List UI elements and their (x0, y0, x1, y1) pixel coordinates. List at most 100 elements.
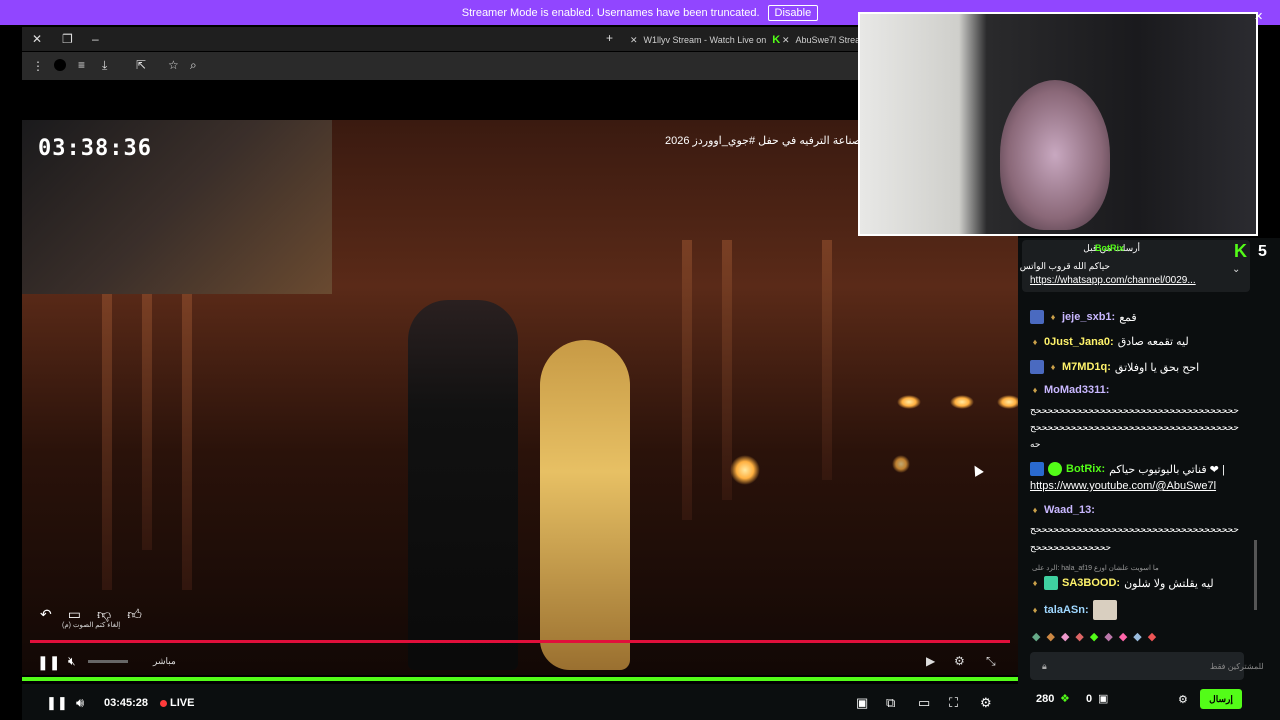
minimize-icon[interactable]: – (92, 33, 99, 45)
chat-username[interactable]: jeje_sxb1: (1062, 311, 1115, 323)
unmute-tooltip: إلغاء كتم الصوت (م) (62, 622, 121, 629)
emote-icon[interactable]: ◆ (1119, 630, 1127, 643)
sub-badge-icon: ♦ (1032, 505, 1038, 515)
send-button[interactable]: إرسال (1200, 689, 1242, 709)
emote-icon (1092, 600, 1117, 620)
chat-username[interactable]: SA3BOOD: (1062, 577, 1120, 589)
restore-icon[interactable]: ❐ (62, 33, 73, 45)
live-dot-icon (160, 700, 167, 707)
tab-close-icon[interactable]: ✕ (782, 35, 790, 46)
bookmark-star-icon[interactable]: ☆ (168, 59, 179, 71)
live-label[interactable]: LIVE (170, 697, 194, 709)
host-figure (408, 300, 518, 670)
chat-text: ليه تقمعه صادق (1117, 336, 1189, 348)
inner-settings-icon[interactable]: ⚙ (954, 654, 965, 668)
pinned-user[interactable]: BotRix (1095, 243, 1124, 253)
chat-message[interactable]: ♦ jeje_sxb1: قمع (1030, 310, 1137, 324)
close-icon[interactable]: ✕ (1254, 10, 1263, 23)
tab-title: AbuSwe7l Strea (795, 35, 861, 45)
emote-icon[interactable]: ◆ (1046, 630, 1054, 643)
theater-mode-icon[interactable]: ▭ (918, 695, 930, 711)
chat-settings-icon[interactable]: ⚙ (1178, 693, 1188, 706)
chat-username[interactable]: 0Just_Jana0: (1044, 336, 1114, 348)
chat-text: حححححححححححححح (1030, 542, 1112, 552)
tab-title: W1llyv Stream - Watch Live on (643, 35, 767, 45)
search-icon[interactable]: ⌕ (190, 59, 197, 71)
chat-username[interactable]: talaASn: (1044, 604, 1089, 616)
channel-points[interactable]: 280 (1036, 693, 1054, 705)
points-icon: ❖ (1060, 693, 1070, 705)
chat-username[interactable]: MoMad3311: (1044, 384, 1109, 396)
bot-badge-icon (1030, 462, 1044, 476)
chat-text: احح بحق يا اوفلاتق (1114, 361, 1200, 374)
kick-favicon-icon: K (772, 34, 781, 46)
volume-icon[interactable]: 🔊︎ (76, 695, 84, 711)
like-icon[interactable]: 👍︎ (127, 606, 142, 623)
chat-message[interactable]: ♦ Waad_13: (1030, 504, 1095, 516)
chat-text: حه (1030, 439, 1041, 449)
emote-icon[interactable]: ◆ (1133, 630, 1141, 643)
pause-icon[interactable]: ❚❚ (46, 695, 68, 711)
emote-icon[interactable]: ◆ (1075, 630, 1083, 643)
sub-badge-icon: ♦ (1050, 312, 1056, 322)
sub-badge-icon: ♦ (1032, 385, 1038, 395)
inner-play-icon[interactable]: ▶ (926, 654, 935, 668)
sub-badge-icon: ♦ (1032, 336, 1038, 347)
tab-w1llyv[interactable]: ✕ W1llyv Stream - Watch Live on K (630, 31, 780, 49)
fullscreen-icon[interactable]: ⛶ (949, 695, 958, 711)
chat-message[interactable]: ♦ MoMad3311: (1030, 384, 1110, 396)
chat-username[interactable]: Waad_13: (1044, 504, 1095, 516)
emote-bar: ◆ ◆ ◆ ◆ ◆ ◆ ◆ ◆ ◆ (1032, 630, 1156, 643)
chat-username[interactable]: M7MD1q: (1062, 361, 1111, 373)
new-tab-icon[interactable]: + (606, 32, 613, 44)
viewer-count: 5 (1258, 243, 1267, 260)
pinned-text: حياكم الله قروب الواتس (1019, 261, 1110, 271)
inner-progress-bar[interactable] (30, 640, 1010, 643)
emote-icon[interactable]: ◆ (1148, 630, 1156, 643)
close-icon[interactable]: ✕ (32, 33, 42, 45)
pinned-link[interactable]: https://whatsapp.com/channel/0029... (1030, 275, 1196, 286)
inner-exit-fullscreen-icon[interactable]: ⤡ (986, 654, 996, 669)
emote-icon[interactable]: ◆ (1104, 630, 1112, 643)
stream-progress-bar[interactable] (22, 677, 1018, 681)
share-icon[interactable]: ⇱ (136, 59, 146, 71)
stream-time: 03:45:28 (104, 697, 149, 709)
sub-badge-icon: ♦ (1032, 578, 1038, 588)
chat-message[interactable]: ♦ M7MD1q: احح بحق يا اوفلاتق (1030, 360, 1199, 374)
chat-message[interactable]: BotRix: قناتي باليوتيوب حياكم ❤ | (1030, 462, 1225, 476)
inner-pause-icon[interactable]: ❚❚ (37, 654, 60, 671)
chat-message[interactable]: ♦ SA3BOOD: ليه يقلتش ولا شلون (1030, 576, 1214, 590)
profile-icon[interactable] (54, 59, 66, 71)
chat-text: قمع (1119, 311, 1137, 324)
chat-text: ليه يقلتش ولا شلون (1124, 577, 1214, 590)
gift-icon[interactable]: ▣ (1098, 692, 1108, 705)
chat-scrollbar[interactable] (1254, 540, 1257, 610)
chat-text: حححححححححححححححححححححححححححححححححححح (1030, 405, 1239, 415)
share-icon[interactable]: ↶ (40, 606, 52, 623)
og-badge-icon (1030, 360, 1044, 374)
download-icon[interactable]: ⤓ (102, 59, 107, 71)
extensions-icon[interactable]: ≡ (78, 59, 85, 71)
clip-icon[interactable]: ⧉ (886, 695, 895, 711)
tab-abuswe7l[interactable]: ✕ AbuSwe7l Strea (782, 31, 860, 49)
chat-message[interactable]: ♦ 0Just_Jana0: ليه تقمعه صادق (1030, 335, 1189, 349)
reply-hint: الرد على: hala_af19 ما اسويت علشان اوزع (1032, 565, 1159, 572)
chat-username[interactable]: BotRix: (1066, 463, 1105, 475)
miniplayer-icon[interactable]: ▣ (856, 695, 868, 711)
broadcast-title: صناعة الترفيه في حفل #جوي_اووردز 2026 (665, 135, 862, 147)
emote-icon[interactable]: ◆ (1061, 630, 1069, 643)
inner-mute-icon[interactable]: 🔇︎ (68, 654, 76, 669)
settings-icon[interactable]: ⚙ (980, 695, 992, 711)
disable-streamer-mode-button[interactable]: Disable (767, 4, 819, 21)
chat-text: حححححححححححححححححححححححححححححححححححح (1030, 422, 1239, 432)
tab-close-icon[interactable]: ✕ (630, 35, 638, 46)
inner-volume-slider[interactable] (88, 660, 128, 663)
chat-message[interactable]: ♦ talaASn: (1030, 600, 1117, 620)
emote-icon[interactable]: ◆ (1032, 630, 1040, 643)
chevron-down-icon[interactable]: ⌄ (1232, 264, 1240, 275)
lock-icon: 🔒︎ (1042, 661, 1047, 671)
menu-icon[interactable]: ⋮ (32, 60, 44, 72)
emote-icon[interactable]: ◆ (1090, 630, 1098, 643)
kick-logo-icon: K (1234, 241, 1247, 261)
chat-link[interactable]: https://www.youtube.com/@AbuSwe7l (1030, 480, 1216, 492)
